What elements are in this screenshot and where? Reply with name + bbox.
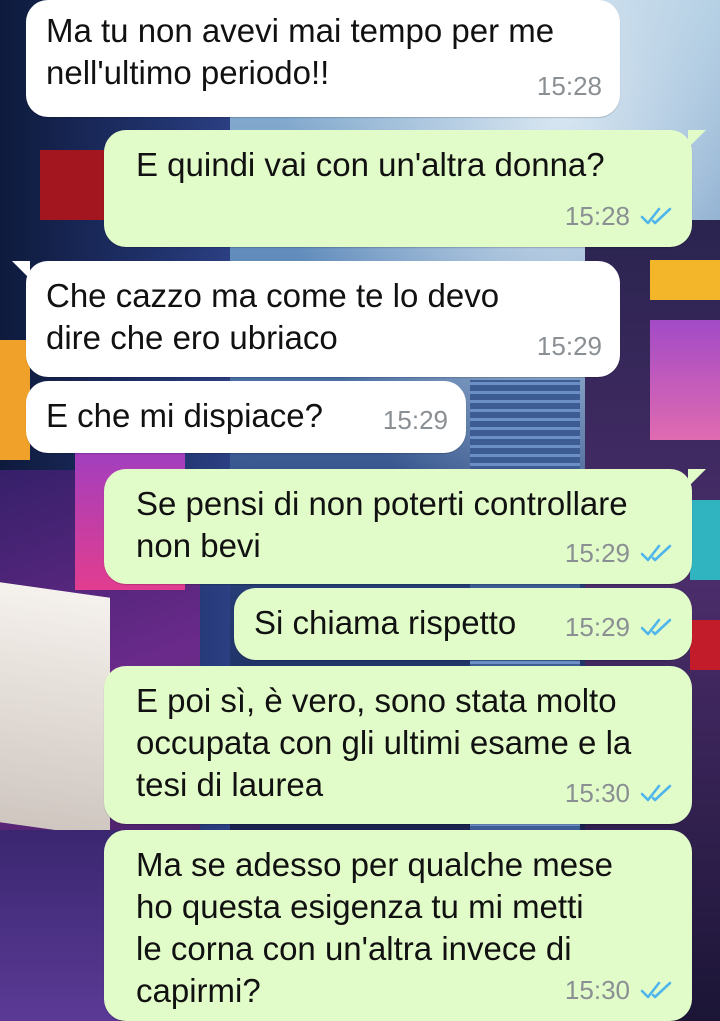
message-time: 15:30 (564, 975, 630, 1005)
bubble-tail (688, 130, 706, 148)
message-time: 15:28 (564, 201, 630, 231)
message-time: 15:29 (564, 538, 630, 568)
message-meta: 15:28 (537, 65, 602, 107)
message-time: 15:29 (536, 331, 602, 361)
message-bubble-outgoing[interactable]: Se pensi di non poterti controllare non … (104, 469, 706, 584)
message-meta: 15:29 (565, 606, 674, 648)
double-check-icon (640, 544, 672, 562)
message-text: Ma tu non avevi mai tempo per me nell'ul… (46, 12, 555, 91)
double-check-icon (640, 618, 672, 636)
double-check-icon (640, 784, 672, 802)
message-bubble-incoming[interactable]: E che mi dispiace? 15:29 (26, 381, 466, 453)
message-meta: 15:29 (565, 532, 674, 574)
bubble-tail (688, 469, 706, 487)
message-time: 15:29 (564, 612, 630, 642)
message-meta: 15:29 (383, 399, 448, 441)
message-bubble-outgoing[interactable]: E quindi vai con un'altra donna? 15:28 (104, 130, 706, 247)
message-list[interactable]: Ma tu non avevi mai tempo per me nell'ul… (0, 0, 720, 1021)
message-meta: 15:30 (565, 772, 674, 814)
message-text: E quindi vai con un'altra donna? (136, 146, 605, 183)
message-bubble-outgoing[interactable]: Si chiama rispetto 15:29 (234, 588, 692, 660)
message-meta: 15:28 (565, 195, 674, 237)
double-check-icon (640, 207, 672, 225)
message-bubble-incoming[interactable]: Che cazzo ma come te lo devo dire che er… (12, 261, 620, 377)
message-bubble-incoming[interactable]: Ma tu non avevi mai tempo per me nell'ul… (26, 0, 620, 117)
message-text: Che cazzo ma come te lo devo dire che er… (46, 277, 500, 356)
message-time: 15:28 (536, 71, 602, 101)
message-bubble-outgoing[interactable]: E poi sì, è vero, sono stata molto occup… (104, 666, 692, 824)
message-time: 15:29 (382, 405, 448, 435)
message-bubble-outgoing[interactable]: Ma se adesso per qualche mese ho questa … (104, 830, 692, 1021)
message-time: 15:30 (564, 778, 630, 808)
bubble-tail (12, 261, 30, 279)
double-check-icon (640, 981, 672, 999)
message-meta: 15:30 (565, 969, 674, 1011)
message-meta: 15:29 (537, 325, 602, 367)
